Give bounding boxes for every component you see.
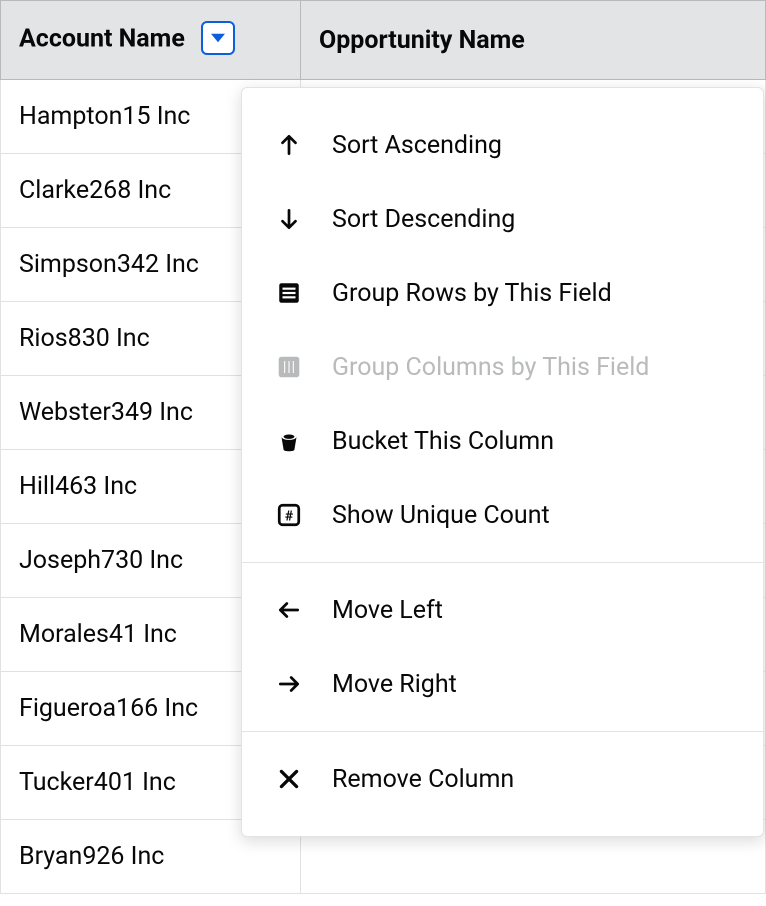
menu-move-left-label: Move Left (332, 596, 443, 625)
arrow-left-icon (274, 595, 304, 625)
menu-remove-column[interactable]: Remove Column (242, 742, 763, 816)
menu-sort-ascending-label: Sort Ascending (332, 131, 502, 160)
menu-bucket-column-label: Bucket This Column (332, 427, 554, 456)
arrow-up-icon (274, 130, 304, 160)
menu-sort-descending-label: Sort Descending (332, 205, 515, 234)
svg-text:#: # (285, 508, 294, 524)
menu-divider (242, 731, 763, 732)
menu-bucket-column[interactable]: Bucket This Column (242, 404, 763, 478)
arrow-down-icon (274, 204, 304, 234)
chevron-down-icon (211, 31, 225, 45)
table-header-row: Account Name Opportunity Name (1, 1, 766, 80)
columns-icon (274, 352, 304, 382)
column-header-opportunity[interactable]: Opportunity Name (301, 1, 766, 80)
menu-unique-count-label: Show Unique Count (332, 501, 550, 530)
column-menu-trigger[interactable] (201, 21, 235, 55)
menu-unique-count[interactable]: # Show Unique Count (242, 478, 763, 552)
menu-group-rows-label: Group Rows by This Field (332, 279, 612, 308)
bucket-icon (274, 426, 304, 456)
menu-remove-column-label: Remove Column (332, 765, 514, 794)
menu-group-rows[interactable]: Group Rows by This Field (242, 256, 763, 330)
menu-move-right-label: Move Right (332, 670, 457, 699)
menu-move-right[interactable]: Move Right (242, 647, 763, 721)
hash-icon: # (274, 500, 304, 530)
menu-sort-ascending[interactable]: Sort Ascending (242, 108, 763, 182)
column-header-account-label: Account Name (19, 25, 185, 54)
arrow-right-icon (274, 669, 304, 699)
menu-move-left[interactable]: Move Left (242, 573, 763, 647)
menu-group-columns-label: Group Columns by This Field (332, 353, 649, 382)
menu-group-columns: Group Columns by This Field (242, 330, 763, 404)
menu-sort-descending[interactable]: Sort Descending (242, 182, 763, 256)
menu-divider (242, 562, 763, 563)
rows-icon (274, 278, 304, 308)
close-icon (274, 764, 304, 794)
column-header-opportunity-label: Opportunity Name (319, 26, 525, 55)
column-context-menu: Sort Ascending Sort Descending Group Row… (241, 87, 764, 837)
column-header-account[interactable]: Account Name (1, 1, 301, 80)
